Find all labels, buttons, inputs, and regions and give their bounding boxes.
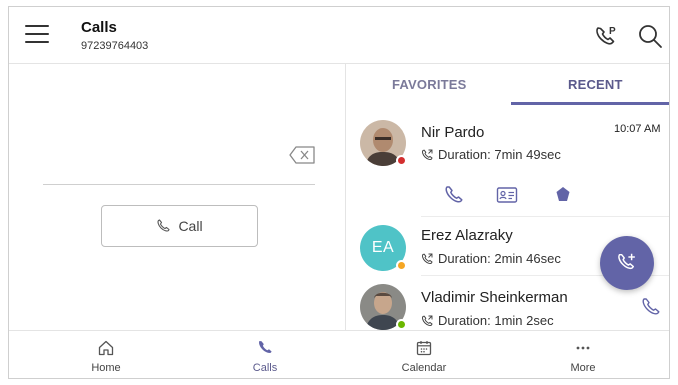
- new-call-fab[interactable]: [600, 236, 654, 290]
- outgoing-call-icon: [422, 315, 433, 326]
- nav-calls-label: Calls: [252, 362, 278, 374]
- call-duration: Duration: 7min 49sec: [421, 147, 561, 162]
- call-time: 10:07 AM: [614, 123, 661, 135]
- call-back-icon[interactable]: [640, 296, 662, 318]
- nav-calendar[interactable]: Calendar: [379, 339, 469, 374]
- bottom-nav: Home Calls Calendar More: [9, 330, 669, 378]
- nav-home[interactable]: Home: [61, 339, 151, 374]
- hamburger-icon[interactable]: [25, 25, 49, 45]
- dial-pane: Call: [9, 64, 345, 330]
- list-item[interactable]: Nir Pardo 10:07 AM Duration: 7min 49sec: [346, 106, 669, 216]
- call-duration-text: Duration: 1min 2sec: [438, 313, 554, 328]
- svg-text:P: P: [609, 26, 616, 37]
- phone-icon: [157, 219, 170, 232]
- presence-away-indicator: [396, 260, 407, 271]
- call-duration: Duration: 1min 2sec: [421, 313, 554, 328]
- call-duration: Duration: 2min 46sec: [421, 251, 561, 266]
- nav-calls[interactable]: Calls: [220, 339, 310, 374]
- tab-recent[interactable]: RECENT: [568, 77, 623, 92]
- search-icon[interactable]: [635, 21, 665, 51]
- contact-name: Nir Pardo: [421, 124, 485, 141]
- active-tab-indicator: [511, 102, 669, 105]
- presence-busy-indicator: [396, 155, 407, 166]
- call-duration-text: Duration: 7min 49sec: [438, 147, 561, 162]
- call-back-icon[interactable]: [443, 184, 465, 206]
- nav-more-label: More: [570, 362, 596, 374]
- call-park-icon[interactable]: P: [591, 21, 621, 51]
- calendar-icon: [416, 341, 432, 356]
- nav-more[interactable]: More: [538, 339, 628, 374]
- app-header: Calls 97239764403 P: [9, 7, 669, 64]
- presence-available-indicator: [396, 319, 407, 330]
- more-icon: [576, 346, 590, 350]
- outgoing-call-icon: [422, 253, 433, 264]
- add-call-icon: [618, 253, 635, 270]
- dial-input-line[interactable]: [43, 184, 315, 185]
- phone-number: 97239764403: [81, 40, 149, 52]
- home-icon: [98, 340, 114, 356]
- nav-calendar-label: Calendar: [401, 362, 447, 374]
- contact-name: Vladimir Sheinkerman: [421, 289, 568, 306]
- call-duration-text: Duration: 2min 46sec: [438, 251, 561, 266]
- calls-list-pane: FAVORITES RECENT Nir Pardo 10:07 AM Dura…: [346, 64, 669, 330]
- avatar-initials: EA: [371, 239, 395, 256]
- favorite-star-icon[interactable]: [552, 184, 574, 206]
- call-button[interactable]: Call: [101, 205, 258, 247]
- calls-app-window: Calls 97239764403 P Call FAVORITES RECEN…: [8, 6, 670, 379]
- tab-favorites[interactable]: FAVORITES: [392, 77, 467, 92]
- nav-home-label: Home: [91, 362, 121, 374]
- page-title: Calls: [81, 19, 117, 36]
- outgoing-call-icon: [422, 149, 433, 160]
- call-button-label: Call: [178, 218, 203, 234]
- contact-card-icon[interactable]: [496, 184, 518, 206]
- tabs: FAVORITES RECENT: [346, 64, 669, 106]
- backspace-icon[interactable]: [289, 146, 315, 164]
- phone-icon: [259, 341, 272, 353]
- contact-name: Erez Alazraky: [421, 227, 513, 244]
